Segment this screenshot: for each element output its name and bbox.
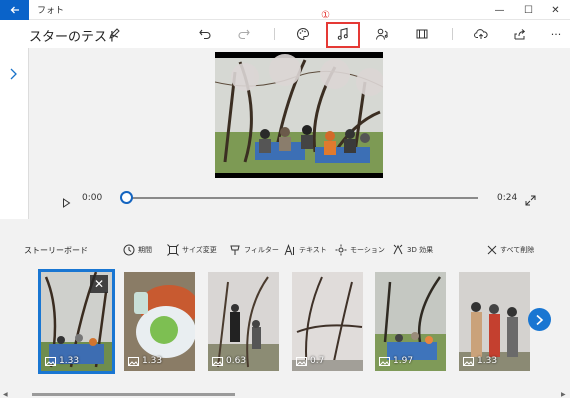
- clip-duration-text: 1.33: [142, 356, 163, 366]
- storyboard-title: ストーリーボード: [24, 246, 88, 255]
- aspect-ratio-icon: [416, 29, 428, 39]
- 3d-effects-icon: [393, 244, 403, 255]
- scrollbar-thumb[interactable]: [32, 393, 235, 396]
- storyboard-scrollbar[interactable]: ◀ ▶: [0, 391, 570, 398]
- highlight-box: [326, 22, 360, 48]
- clip-duration-text: 1.33: [477, 356, 498, 366]
- clip-duration-text: 1.97: [393, 356, 414, 366]
- app-name: フォト: [37, 6, 65, 16]
- more-button[interactable]: ···: [547, 25, 565, 43]
- maximize-button[interactable]: ☐: [514, 0, 543, 20]
- toolbar-divider: [452, 28, 453, 40]
- filter-button[interactable]: フィルター: [229, 243, 279, 257]
- text-icon: [284, 244, 294, 256]
- seek-bar[interactable]: [127, 197, 478, 199]
- preview-photo: [215, 52, 383, 178]
- remove-clip-button[interactable]: ✕: [90, 275, 108, 293]
- toolbar: スターのテスト ···: [0, 20, 570, 48]
- clock-icon: [123, 244, 135, 256]
- aspect-ratio-button[interactable]: [413, 25, 431, 43]
- callout-number: ①: [321, 10, 330, 21]
- clip-duration: 0.7: [296, 356, 324, 366]
- 3d-effects-button[interactable]: 3D 効果: [392, 243, 433, 257]
- project-title: スターのテスト: [29, 30, 121, 45]
- undo-icon: [199, 29, 211, 40]
- clip-duration-text: 0.7: [310, 356, 325, 366]
- close-window-button[interactable]: ✕: [541, 0, 570, 20]
- chevron-right-icon: [536, 314, 544, 325]
- play-icon: [63, 198, 71, 208]
- image-icon: [463, 356, 474, 366]
- seek-handle[interactable]: [120, 191, 133, 204]
- end-time: 0:24: [497, 193, 518, 203]
- maximize-icon: ☐: [524, 4, 533, 16]
- text-button[interactable]: テキスト: [284, 243, 327, 257]
- storyboard-clip[interactable]: 1.33: [459, 272, 530, 371]
- share-icon: [514, 29, 526, 40]
- clip-duration: 1.97: [379, 356, 413, 366]
- motion-button[interactable]: モーション: [335, 243, 385, 257]
- text-label: テキスト: [299, 246, 327, 254]
- play-button[interactable]: [62, 193, 71, 212]
- expand-panel-button[interactable]: [8, 66, 18, 85]
- resize-icon: [167, 244, 179, 256]
- delete-all-button[interactable]: すべて削除: [487, 243, 534, 257]
- resize-label: サイズ変更: [182, 246, 217, 254]
- motion-label: モーション: [350, 246, 385, 254]
- storyboard-clip[interactable]: 1.33: [124, 272, 195, 371]
- image-icon: [45, 356, 56, 366]
- clip-duration: 1.33: [45, 356, 79, 366]
- minimize-icon: —: [494, 4, 505, 16]
- duration-button[interactable]: 期間: [123, 243, 152, 257]
- minimize-button[interactable]: —: [485, 0, 514, 20]
- close-icon: ✕: [551, 4, 560, 16]
- pencil-icon[interactable]: [108, 26, 122, 40]
- motion-icon: [335, 244, 347, 256]
- fullscreen-button[interactable]: [525, 191, 536, 210]
- chevron-right-icon: [10, 68, 17, 80]
- resize-button[interactable]: サイズ変更: [167, 243, 217, 257]
- delete-all-label: すべて削除: [500, 246, 535, 254]
- 3d-effects-label: 3D 効果: [407, 246, 434, 254]
- title-bar: フォト — ☐ ✕: [0, 0, 570, 20]
- current-time: 0:00: [82, 193, 103, 203]
- project-library-panel: [0, 48, 29, 219]
- image-icon: [296, 356, 307, 366]
- storyboard-clip[interactable]: 1.97: [375, 272, 446, 371]
- scroll-left-icon[interactable]: ◀: [3, 391, 8, 398]
- video-preview[interactable]: [215, 52, 383, 178]
- redo-icon: [238, 29, 250, 40]
- palette-icon: [297, 27, 310, 41]
- narration-icon: [376, 28, 388, 40]
- finish-video-button[interactable]: [472, 25, 490, 43]
- undo-button[interactable]: [196, 25, 214, 43]
- clip-duration: 1.33: [463, 356, 497, 366]
- fullscreen-icon: [525, 195, 536, 206]
- cloud-upload-icon: [474, 29, 488, 39]
- storyboard-clip[interactable]: 0.63: [208, 272, 279, 371]
- back-button[interactable]: [0, 0, 29, 20]
- duration-label: 期間: [138, 246, 152, 254]
- image-icon: [128, 356, 139, 366]
- storyboard-clip[interactable]: ✕ 1.33: [38, 269, 115, 374]
- filter-label: フィルター: [244, 246, 279, 254]
- storyboard-clip[interactable]: 0.7: [292, 272, 363, 371]
- scroll-right-icon[interactable]: ▶: [561, 391, 566, 398]
- clip-duration: 1.33: [128, 356, 162, 366]
- close-icon: [487, 245, 497, 255]
- back-arrow-icon: [10, 6, 19, 14]
- image-icon: [212, 356, 223, 366]
- theme-button[interactable]: [294, 25, 312, 43]
- redo-button[interactable]: [235, 25, 253, 43]
- toolbar-divider: [274, 28, 275, 40]
- share-button[interactable]: [511, 25, 529, 43]
- custom-audio-button[interactable]: [373, 25, 391, 43]
- image-icon: [379, 356, 390, 366]
- clip-duration: 0.63: [212, 356, 246, 366]
- more-icon: ···: [550, 27, 562, 41]
- filter-icon: [230, 245, 240, 255]
- clip-duration-text: 1.33: [59, 356, 80, 366]
- clip-duration-text: 0.63: [226, 356, 247, 366]
- scroll-next-button[interactable]: [528, 308, 551, 331]
